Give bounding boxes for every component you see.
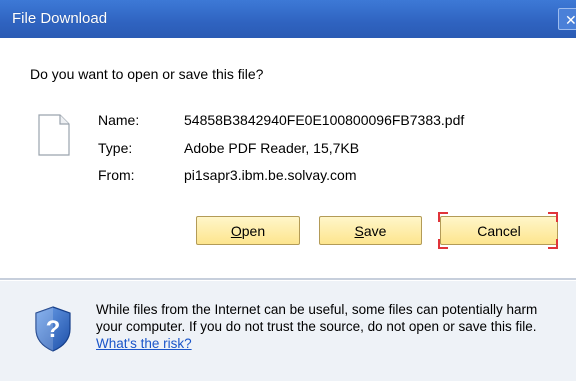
close-button[interactable]: ✕	[558, 8, 576, 30]
dialog-body: Do you want to open or save this file? N…	[0, 38, 576, 278]
document-icon	[38, 114, 70, 156]
from-value: pi1sapr3.ibm.be.solvay.com	[184, 167, 357, 183]
from-label: From:	[98, 167, 135, 183]
prompt-text: Do you want to open or save this file?	[30, 66, 264, 82]
save-accelerator: S	[354, 223, 364, 239]
warning-text: While files from the Internet can be use…	[96, 302, 538, 334]
close-icon: ✕	[565, 12, 576, 28]
type-label: Type:	[98, 140, 133, 156]
name-label: Name:	[98, 112, 140, 128]
save-label: ave	[363, 223, 387, 239]
cancel-label: Cancel	[477, 223, 521, 239]
svg-text:?: ?	[46, 316, 61, 343]
type-value: Adobe PDF Reader, 15,7KB	[184, 140, 360, 156]
security-footer: ? While files from the Internet can be u…	[0, 281, 576, 381]
title-bar[interactable]: File Download ✕	[0, 0, 576, 38]
open-button[interactable]: Open	[196, 216, 300, 245]
security-shield-question-icon: ?	[35, 306, 71, 352]
save-button[interactable]: Save	[319, 216, 422, 245]
name-value: 54858B3842940FE0E100800096FB7383.pdf	[184, 112, 465, 128]
cancel-button[interactable]: Cancel	[440, 216, 558, 245]
open-accelerator: O	[230, 223, 242, 239]
open-label: pen	[241, 223, 266, 239]
security-warning: While files from the Internet can be use…	[96, 301, 564, 352]
window-title: File Download	[12, 10, 108, 27]
risk-link[interactable]: What's the risk?	[96, 336, 192, 351]
